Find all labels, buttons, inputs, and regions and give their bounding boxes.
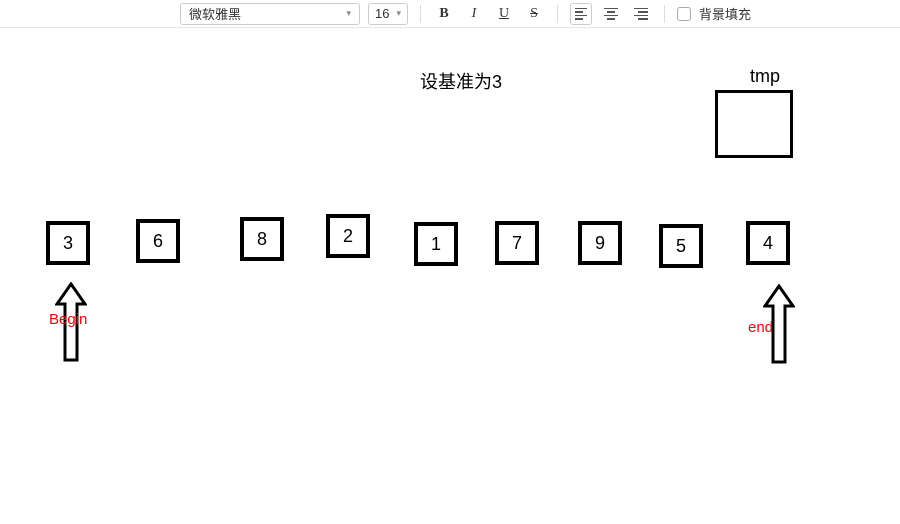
bold-button[interactable]: B: [433, 3, 455, 25]
align-center-button[interactable]: [600, 3, 622, 25]
array-cell[interactable]: 3: [46, 221, 90, 265]
array-cell[interactable]: 4: [746, 221, 790, 265]
toolbar-divider: [557, 5, 558, 23]
font-family-value: 微软雅黑: [189, 4, 241, 23]
chevron-down-icon: ▾: [346, 8, 351, 19]
toolbar-divider: [420, 5, 421, 23]
font-size-value: 16: [375, 6, 389, 21]
array-cell[interactable]: 1: [414, 222, 458, 266]
array-cell[interactable]: 6: [136, 219, 180, 263]
toolbar-divider: [664, 5, 665, 23]
tmp-box[interactable]: [715, 90, 793, 158]
array-cell[interactable]: 5: [659, 224, 703, 268]
drawing-canvas[interactable]: 设基准为3 tmp 3 6 8 2 1 7 9 5 4 Begin end: [0, 28, 900, 524]
strikethrough-button[interactable]: S: [523, 3, 545, 25]
begin-pointer-label[interactable]: Begin: [49, 311, 87, 328]
diagram-title[interactable]: 设基准为3: [420, 68, 502, 94]
italic-button[interactable]: I: [463, 3, 485, 25]
array-cell[interactable]: 7: [495, 221, 539, 265]
array-cell[interactable]: 2: [326, 214, 370, 258]
tmp-label[interactable]: tmp: [750, 66, 780, 87]
bgfill-label: 背景填充: [699, 4, 751, 23]
align-left-button[interactable]: [570, 3, 592, 25]
array-cell[interactable]: 9: [578, 221, 622, 265]
align-right-button[interactable]: [630, 3, 652, 25]
font-family-select[interactable]: 微软雅黑 ▾: [180, 3, 360, 25]
end-pointer-label[interactable]: end: [748, 319, 773, 336]
bgfill-checkbox[interactable]: [677, 7, 691, 21]
font-size-select[interactable]: 16 ▾: [368, 3, 408, 25]
formatting-toolbar: 微软雅黑 ▾ 16 ▾ B I U S 背景填充: [0, 0, 900, 28]
array-cell[interactable]: 8: [240, 217, 284, 261]
chevron-down-icon: ▾: [396, 8, 401, 19]
underline-button[interactable]: U: [493, 3, 515, 25]
